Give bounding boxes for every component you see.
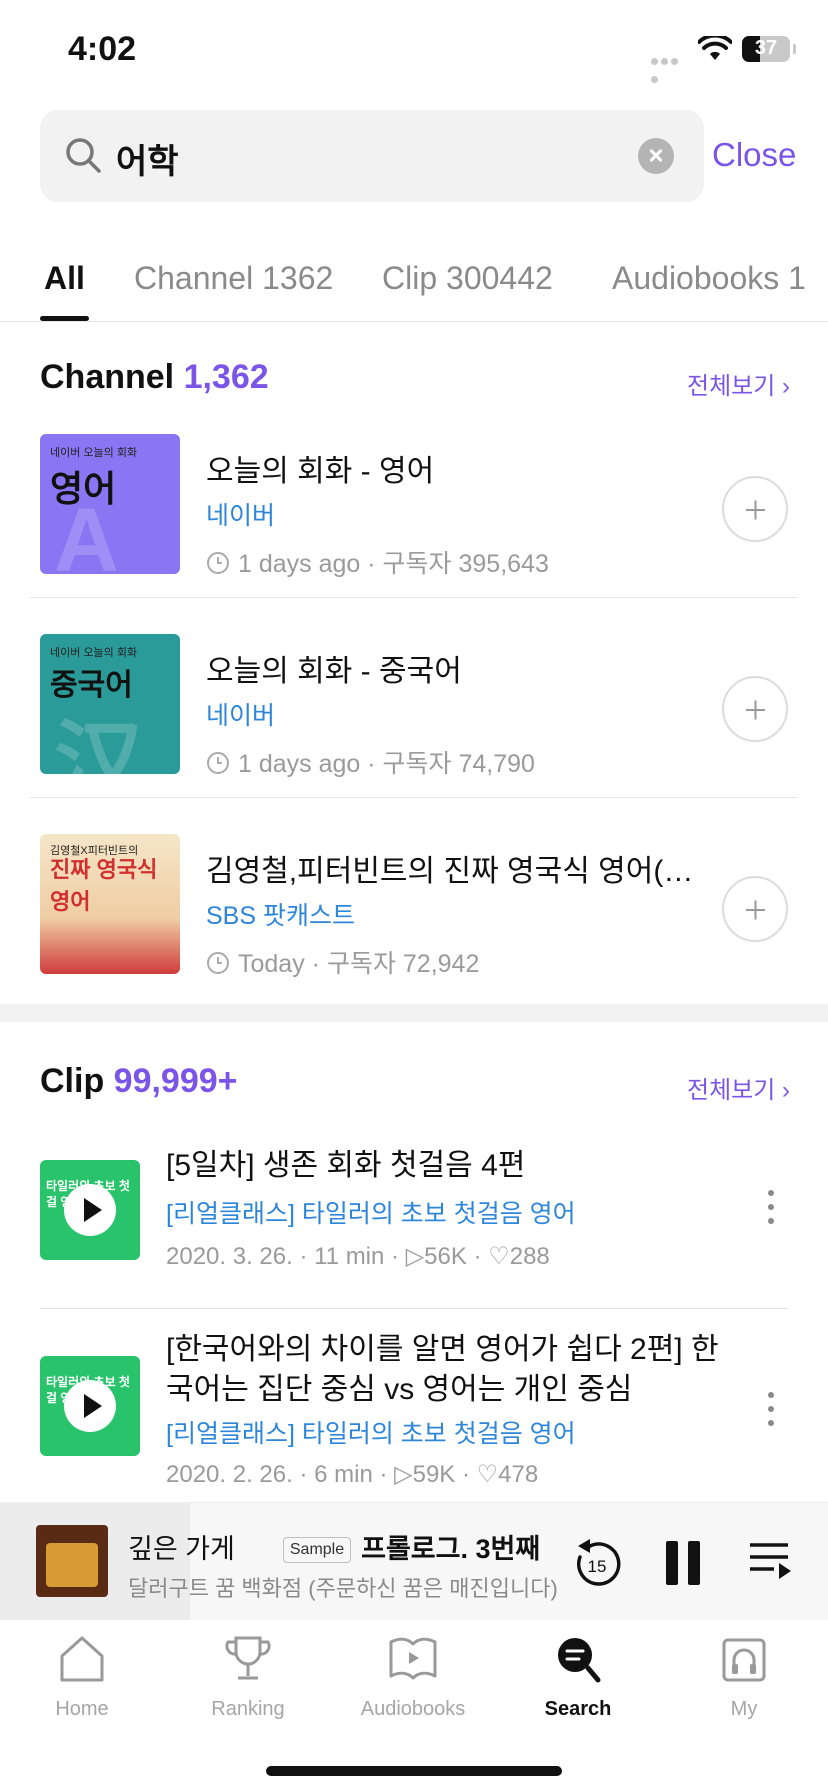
clip-meta: 2020. 3. 26. · 11 min · ▷56K · ♡288	[166, 1243, 550, 1270]
heart-icon: ♡	[476, 1461, 499, 1488]
channel-owner[interactable]: 네이버	[206, 696, 275, 732]
search-query[interactable]: 어학	[116, 134, 179, 183]
rewind-15-icon[interactable]: 15	[570, 1537, 624, 1591]
status-time: 4:02	[68, 30, 137, 68]
play-count-icon: ▷	[405, 1243, 425, 1270]
now-playing-subtitle: 달러구트 꿈 백화점 (주문하신 꿈은 매진입니다)	[128, 1576, 558, 1601]
more-options-icon[interactable]	[768, 1392, 774, 1426]
clock-icon	[207, 952, 229, 974]
section-title: Clip 99,999+	[40, 1062, 238, 1100]
tab-audiobooks-nav[interactable]: Audiobooks	[353, 1634, 473, 1721]
section-title: Channel 1,362	[40, 358, 269, 396]
section-divider	[0, 1004, 828, 1022]
clip-section-header: Clip 99,999+ 전체보기 ›	[40, 1062, 790, 1112]
battery-level: 37	[754, 37, 778, 59]
channel-meta: Today · 구독자 72,942	[206, 944, 479, 980]
more-options-icon[interactable]	[768, 1190, 774, 1224]
now-playing-title: 깊은 가게 Sample 프롤로그. 3번째	[128, 1534, 541, 1564]
channel-owner[interactable]: 네이버	[206, 496, 275, 532]
tab-ranking[interactable]: Ranking	[188, 1634, 308, 1721]
tab-my[interactable]: My	[684, 1634, 804, 1721]
tab-all[interactable]: All	[44, 260, 85, 297]
channel-row[interactable]: 汉 네이버 오늘의 회화 중국어 오늘의 회화 - 중국어 네이버 1 days…	[30, 600, 798, 798]
home-icon	[60, 1636, 104, 1682]
playlist-icon[interactable]	[748, 1541, 792, 1581]
tab-channel[interactable]: Channel 1362	[134, 260, 333, 297]
pause-icon[interactable]	[664, 1541, 702, 1585]
clip-thumbnail[interactable]: 타일러의 초보 첫걸 영어	[40, 1356, 140, 1456]
channel-thumbnail: 汉 네이버 오늘의 회화 중국어	[40, 634, 180, 774]
subscribe-button[interactable]	[722, 676, 788, 742]
clip-channel[interactable]: [리얼클래스] 타일러의 초보 첫걸음 영어	[166, 1194, 576, 1230]
mini-player[interactable]: 깊은 가게 Sample 프롤로그. 3번째 달러구트 꿈 백화점 (주문하신 꿈은…	[0, 1502, 828, 1621]
tab-search-nav[interactable]: Search	[518, 1634, 638, 1721]
status-bar: 4:02 37	[0, 0, 828, 100]
subscribe-button[interactable]	[722, 876, 788, 942]
clock-icon	[207, 552, 229, 574]
clear-search-icon[interactable]	[638, 138, 674, 174]
search-icon	[558, 1638, 601, 1683]
play-icon[interactable]	[64, 1380, 116, 1432]
trophy-icon	[225, 1636, 271, 1680]
channel-thumbnail: 김영철X피터빈트의 진짜 영국식 영어	[40, 834, 180, 974]
channel-name: 김영철,피터빈트의 진짜 영국식 영어(…	[206, 855, 694, 888]
clip-separator	[40, 1308, 788, 1309]
tab-clip[interactable]: Clip 300442	[382, 260, 553, 297]
play-count-icon: ▷	[394, 1461, 413, 1488]
channel-owner[interactable]: SBS 팟캐스트	[206, 896, 355, 932]
search-input[interactable]: 어학	[40, 110, 704, 202]
search-tabs: All Channel 1362 Clip 300442 Audiobooks …	[0, 252, 828, 322]
battery-icon: 37	[742, 36, 796, 62]
channel-name: 오늘의 회화 - 중국어	[206, 655, 462, 688]
audiobook-cover[interactable]	[36, 1525, 108, 1597]
search-icon	[66, 138, 101, 173]
clip-title: [한국어와의 차이를 알면 영어가 쉽다 2편] 한국어는 집단 중심 vs 영…	[166, 1333, 719, 1406]
svg-text:15: 15	[588, 1557, 607, 1576]
clip-channel[interactable]: [리얼클래스] 타일러의 초보 첫걸음 영어	[166, 1414, 576, 1450]
subscribe-button[interactable]	[722, 476, 788, 542]
play-icon[interactable]	[64, 1184, 116, 1236]
clip-title: [5일차] 생존 회화 첫걸음 4편	[166, 1149, 526, 1182]
sample-badge: Sample	[282, 1537, 352, 1563]
channel-meta: 1 days ago · 구독자 395,643	[206, 544, 549, 580]
clip-row[interactable]: 타일러의 초보 첫걸 영어 [5일차] 생존 회화 첫걸음 4편 [리얼클래스]…	[40, 1146, 788, 1306]
tab-home[interactable]: Home	[22, 1634, 142, 1721]
clip-see-all-link[interactable]: 전체보기 ›	[687, 1070, 790, 1105]
clock-icon	[207, 752, 229, 774]
channel-meta: 1 days ago · 구독자 74,790	[206, 744, 535, 780]
channel-name: 오늘의 회화 - 영어	[206, 455, 435, 488]
clip-thumbnail[interactable]: 타일러의 초보 첫걸 영어	[40, 1160, 140, 1260]
channel-row[interactable]: A 네이버 오늘의 회화 영어 오늘의 회화 - 영어 네이버 1 days a…	[30, 400, 798, 598]
close-button[interactable]: Close	[712, 136, 796, 174]
signal-dots-icon	[651, 52, 689, 83]
channel-row[interactable]: 김영철X피터빈트의 진짜 영국식 영어 김영철,피터빈트의 진짜 영국식 영어(…	[30, 800, 798, 998]
book-icon	[389, 1637, 437, 1680]
channel-thumbnail: A 네이버 오늘의 회화 영어	[40, 434, 180, 574]
home-indicator	[266, 1766, 562, 1776]
headphones-icon	[722, 1638, 766, 1682]
clip-row[interactable]: 타일러의 초보 첫걸 영어 [한국어와의 차이를 알면 영어가 쉽다 2편] 한…	[40, 1330, 788, 1500]
tab-audiobooks[interactable]: Audiobooks 1	[612, 260, 806, 297]
clip-meta: 2020. 2. 26. · 6 min · ▷59K · ♡478	[166, 1461, 539, 1488]
wifi-icon	[698, 36, 732, 60]
heart-icon: ♡	[488, 1243, 510, 1270]
active-tab-indicator	[40, 316, 89, 321]
channel-see-all-link[interactable]: 전체보기 ›	[687, 366, 790, 401]
